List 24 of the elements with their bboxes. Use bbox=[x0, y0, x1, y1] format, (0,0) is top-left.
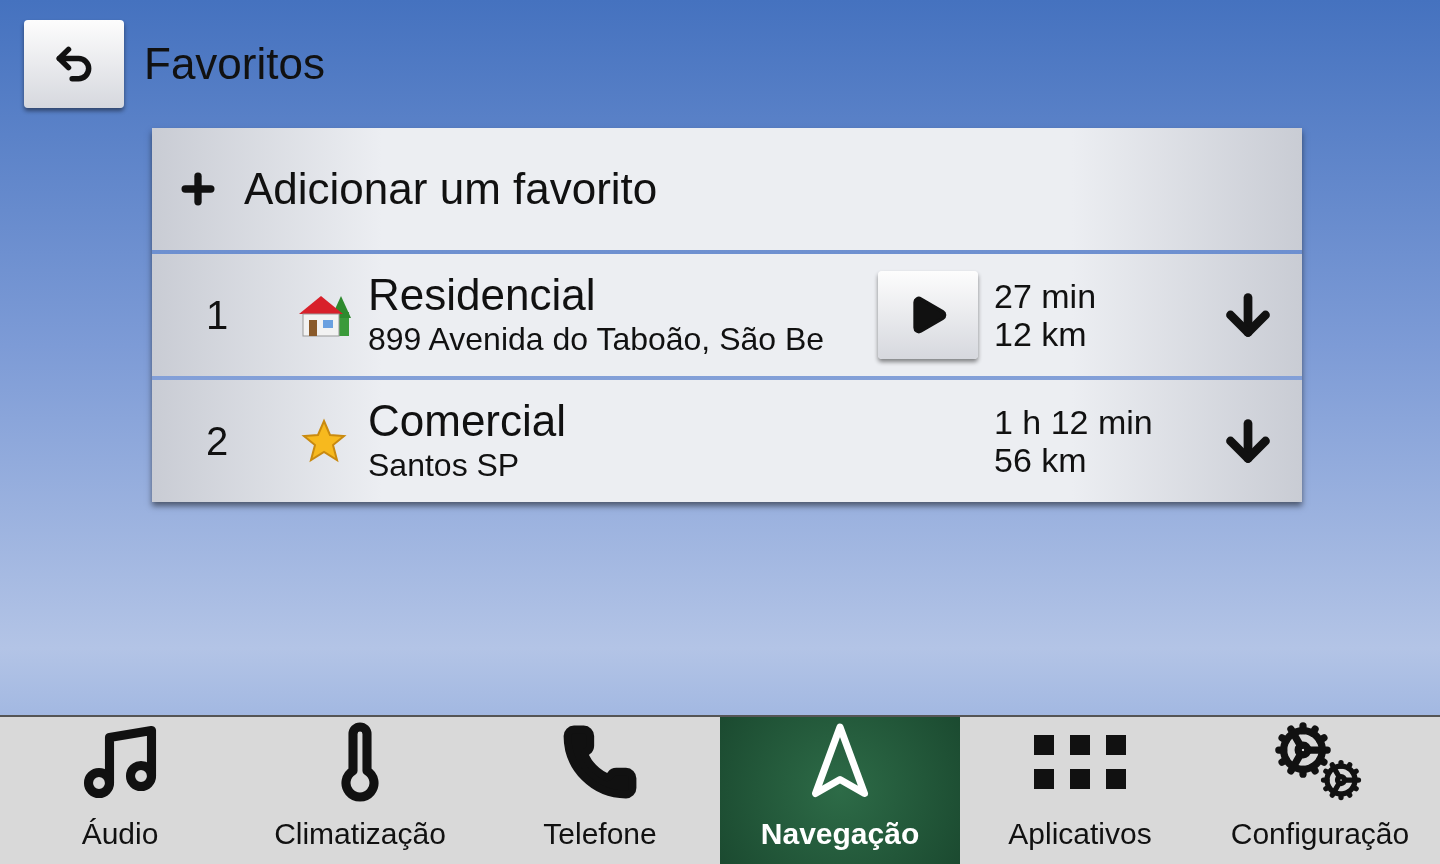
favorite-name: Comercial bbox=[368, 397, 568, 445]
play-button[interactable] bbox=[878, 271, 978, 359]
favorite-row[interactable]: 1 Residencial 899 Avenida do Taboão, São Be 27 min 12 km bbox=[152, 254, 1302, 376]
back-button[interactable] bbox=[24, 20, 124, 108]
nav-tab[interactable]: Áudio bbox=[0, 717, 240, 864]
travel-distance: 56 km bbox=[994, 441, 1088, 479]
favorite-address: Santos SP bbox=[368, 446, 521, 485]
nav-tab[interactable]: Configuração bbox=[1200, 717, 1440, 864]
add-favorite-button[interactable]: Adicionar um favorito bbox=[152, 128, 1302, 250]
grid-icon bbox=[1034, 735, 1126, 789]
row-number: 1 bbox=[204, 292, 230, 339]
nav-tab[interactable]: Aplicativos bbox=[960, 717, 1200, 864]
travel-time: 27 min bbox=[994, 277, 1098, 315]
travel-distance: 12 km bbox=[994, 315, 1088, 353]
favorite-name: Residencial bbox=[368, 271, 597, 319]
favorite-address: 899 Avenida do Taboão, São Be bbox=[368, 320, 826, 359]
page-title: Favoritos bbox=[144, 38, 325, 90]
phone-icon bbox=[561, 723, 639, 801]
nav-tab[interactable]: Navegação bbox=[720, 717, 960, 864]
favorite-row[interactable]: 2 Comercial Santos SP 1 h 12 min 56 km bbox=[152, 380, 1302, 502]
nav-tab[interactable]: Telefone bbox=[480, 717, 720, 864]
travel-time: 1 h 12 min bbox=[994, 403, 1154, 441]
nav-tab[interactable]: Climatização bbox=[240, 717, 480, 864]
row-number: 2 bbox=[204, 418, 230, 465]
